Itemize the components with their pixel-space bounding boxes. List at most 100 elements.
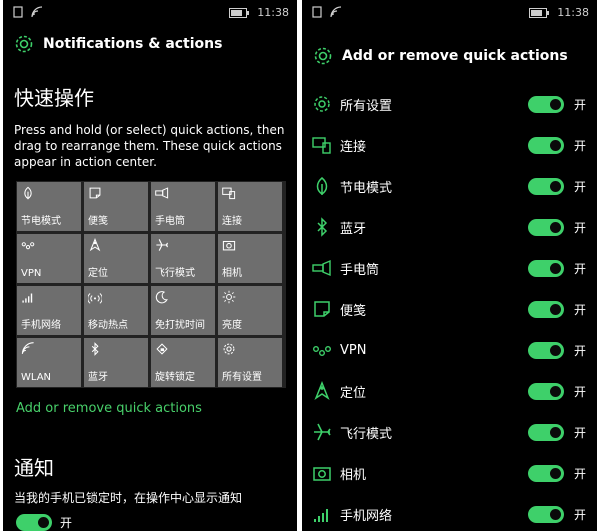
quick-action-toggle[interactable]: [528, 300, 564, 318]
description-text: Press and hold (or select) quick actions…: [14, 123, 285, 169]
quick-action-row: 所有设置 开: [302, 84, 597, 124]
wifi-status-icon: [330, 6, 342, 21]
quick-action-tile[interactable]: VPN: [17, 234, 81, 283]
quick-action-row: 相机 开: [302, 453, 597, 493]
status-time: 11:38: [257, 6, 289, 19]
quick-action-toggle[interactable]: [528, 177, 564, 195]
tile-label: 所有设置: [222, 372, 262, 383]
quick-action-toggle[interactable]: [528, 341, 564, 359]
quick-action-tile[interactable]: 飞行模式: [151, 234, 215, 283]
page-title: Notifications & actions: [43, 36, 223, 52]
right-screen: 11:38 Add or remove quick actions 所有设置开连…: [302, 0, 597, 531]
note-icon: [88, 186, 102, 200]
notifications-section-title: 通知: [14, 456, 54, 480]
quick-action-row: 飞行模式 开: [302, 412, 597, 452]
camera-icon: [312, 463, 332, 483]
bluetooth-icon: [88, 342, 102, 356]
quick-action-label: 飞行模式: [340, 426, 393, 442]
flashlight-icon: [312, 258, 332, 278]
quick-action-tile[interactable]: 旋转锁定: [151, 338, 215, 387]
quick-action-tile[interactable]: 节电模式: [17, 182, 81, 231]
tile-label: 免打扰时间: [155, 320, 205, 331]
quick-action-row: VPN 开: [302, 330, 597, 370]
quick-action-label: 蓝牙: [340, 221, 367, 237]
quick-action-label: 相机: [340, 467, 367, 483]
quick-action-tile[interactable]: 手电筒: [151, 182, 215, 231]
tile-label: 手电筒: [155, 216, 185, 227]
notification-icon: [13, 6, 25, 21]
quick-action-row: 蓝牙 开: [302, 207, 597, 247]
quick-action-tile[interactable]: 亮度: [218, 286, 282, 335]
quick-action-tile[interactable]: 定位: [84, 234, 148, 283]
quick-action-toggle[interactable]: [528, 382, 564, 400]
notification-icon: [312, 6, 324, 21]
vpn-icon: [21, 238, 35, 252]
quick-action-toggle[interactable]: [528, 423, 564, 441]
lock-notification-text: 当我的手机已锁定时，在操作中心显示通知: [14, 491, 243, 505]
tile-label: 亮度: [222, 320, 242, 331]
gear-icon: [312, 45, 334, 67]
tile-label: 飞行模式: [155, 268, 195, 279]
left-screen: 11:38 Notifications & actions 快速操作 Press…: [3, 0, 297, 531]
quick-action-tile[interactable]: WLAN: [17, 338, 81, 387]
quick-action-toggle[interactable]: [528, 136, 564, 154]
quick-actions-header: Add or remove quick actions: [312, 45, 568, 67]
note-icon: [312, 299, 332, 319]
lock-notification-toggle-row: 开: [16, 514, 72, 531]
quick-action-tile[interactable]: 所有设置: [218, 338, 282, 387]
quick-action-tile[interactable]: 相机: [218, 234, 282, 283]
toggle-state-label: 开: [574, 343, 587, 358]
toggle-state-label: 开: [574, 466, 587, 481]
quick-action-label: VPN: [340, 342, 367, 358]
tile-label: WLAN: [21, 372, 52, 383]
quick-action-row: 手机网络 开: [302, 494, 597, 531]
quick-action-tile[interactable]: 移动热点: [84, 286, 148, 335]
quick-action-tile[interactable]: 便笺: [84, 182, 148, 231]
bluetooth-icon: [312, 217, 332, 237]
wifi-icon: [21, 342, 35, 356]
quick-action-tile[interactable]: 手机网络: [17, 286, 81, 335]
battery-icon: [529, 7, 550, 18]
moon-icon: [155, 290, 169, 304]
airplane-icon: [312, 422, 332, 442]
settings-header: Notifications & actions: [13, 33, 222, 55]
tile-label: 相机: [222, 268, 242, 279]
toggle-state-label: 开: [574, 138, 587, 153]
quick-action-label: 所有设置: [340, 98, 393, 114]
tile-label: 节电模式: [21, 216, 61, 227]
quick-action-row: 便笺 开: [302, 289, 597, 329]
quick-action-toggle[interactable]: [528, 259, 564, 277]
quick-action-toggle[interactable]: [528, 464, 564, 482]
toggle-state-label: 开: [574, 261, 587, 276]
location-icon: [312, 380, 332, 401]
brightness-icon: [222, 290, 236, 304]
tile-label: 连接: [222, 216, 242, 227]
tile-label: 蓝牙: [88, 372, 108, 383]
quick-action-row: 定位 开: [302, 371, 597, 411]
quick-action-toggle[interactable]: [528, 505, 564, 523]
gear-icon: [13, 33, 35, 55]
toggle-state-label: 开: [60, 516, 73, 530]
quick-action-toggle[interactable]: [528, 95, 564, 113]
tile-label: 手机网络: [21, 320, 61, 331]
toggle-state-label: 开: [574, 507, 587, 522]
airplane-icon: [155, 238, 169, 252]
add-remove-quick-actions-link[interactable]: Add or remove quick actions: [16, 401, 202, 416]
quick-action-toggle[interactable]: [528, 218, 564, 236]
quick-action-tile[interactable]: 连接: [218, 182, 282, 231]
quick-action-label: 便笺: [340, 303, 367, 319]
quick-action-tile[interactable]: 蓝牙: [84, 338, 148, 387]
lock-notification-toggle[interactable]: [16, 514, 52, 531]
toggle-state-label: 开: [574, 220, 587, 235]
quick-action-tile[interactable]: 免打扰时间: [151, 286, 215, 335]
gear-icon: [222, 342, 236, 356]
page-title: Add or remove quick actions: [342, 48, 568, 64]
location-icon: [88, 237, 102, 252]
signal-icon: [312, 504, 332, 524]
toggle-state-label: 开: [574, 302, 587, 317]
camera-icon: [222, 238, 236, 252]
vpn-icon: [312, 340, 332, 360]
toggle-state-label: 开: [574, 97, 587, 112]
quick-action-row: 连接 开: [302, 125, 597, 165]
quick-action-label: 节电模式: [340, 180, 393, 196]
